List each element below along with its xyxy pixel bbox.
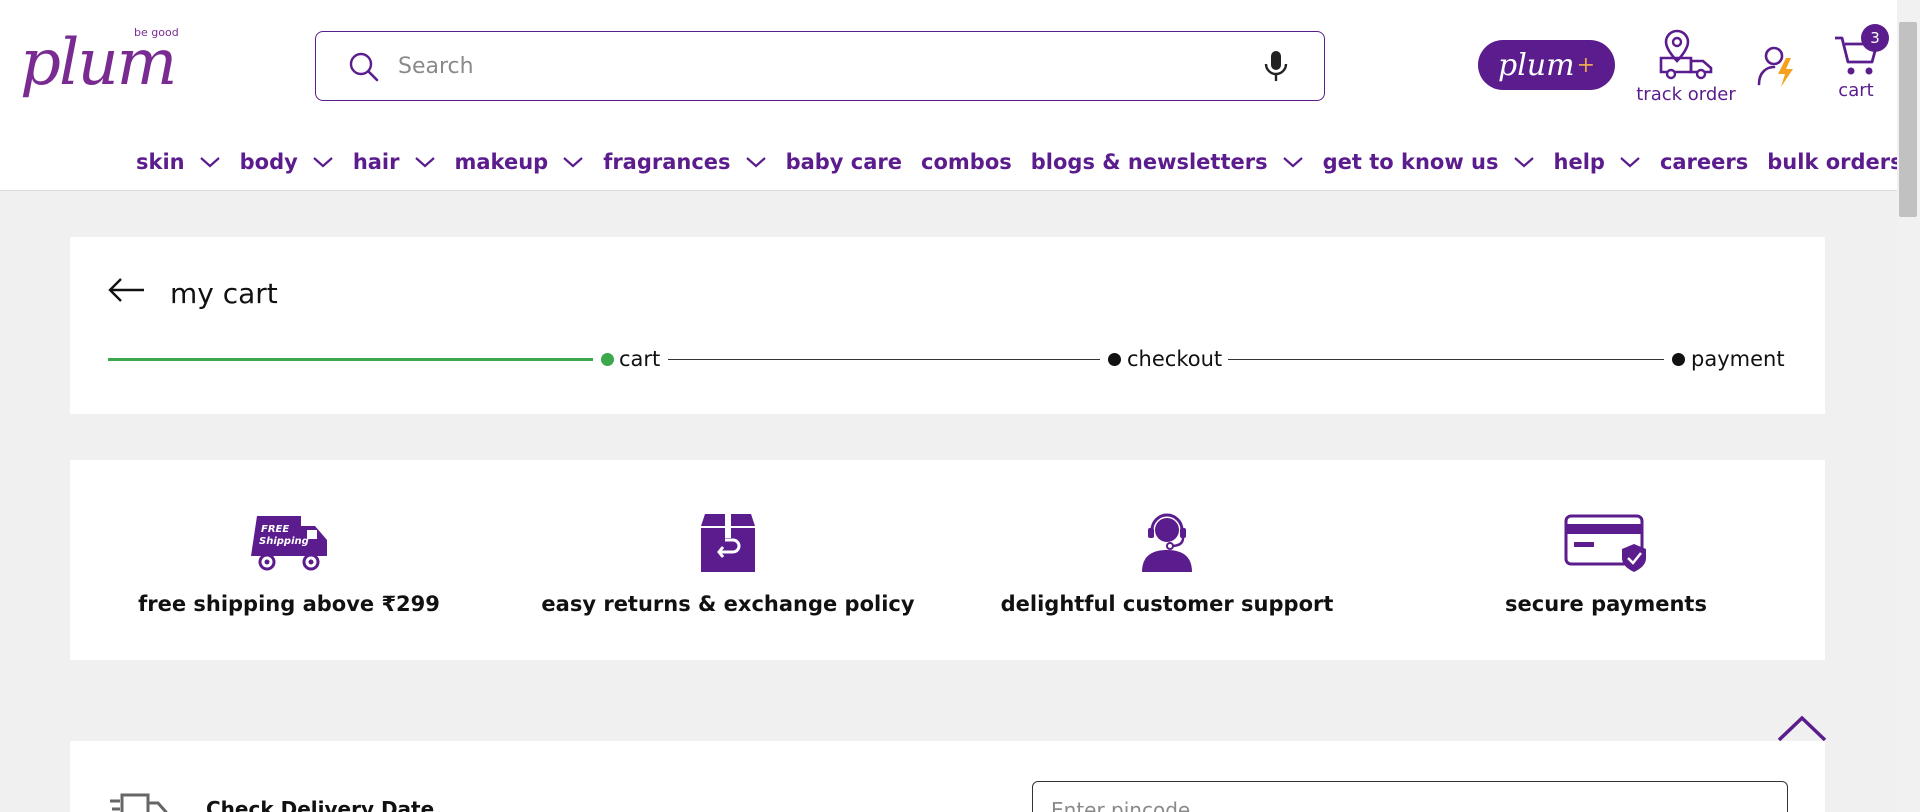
chevron-down-icon [199,157,220,168]
chevron-down-icon [1513,157,1534,168]
nav-item-label: blogs & newsletters [1030,150,1268,174]
chevron-down-icon [414,157,435,168]
chevron-down-icon [1620,157,1640,168]
cart-progress-card: my cart cart checkout payment [70,237,1825,414]
nav-item-help[interactable]: help [1554,150,1641,174]
feature-label: free shipping above ₹299 [138,592,440,616]
plum-logo[interactable]: plum be good [20,24,192,100]
secure-card-icon [1564,514,1646,572]
track-order-label: track order [1636,84,1736,105]
nav-item-get-to-know-us[interactable]: get to know us [1323,150,1535,174]
checkout-progress: cart checkout payment [108,347,1798,371]
track-order-truck-icon [1659,29,1713,80]
pincode-field[interactable] [1032,781,1788,812]
microphone-icon[interactable] [1261,49,1291,85]
page-title: my cart [170,277,278,310]
step-dot-cart [601,353,614,366]
nav-item-label: baby care [785,150,903,174]
track-order-button[interactable]: track order [1636,28,1736,105]
search-bar[interactable] [315,31,1325,101]
feature-free-shipping: FREE Shipping free shipping above ₹299 [89,512,489,616]
nav-item-bulk-orders[interactable]: bulk orders [1767,150,1902,174]
customer-support-icon [1142,513,1192,572]
check-delivery-label: Check Delivery Date [206,797,435,812]
nav-item-label: makeup [454,150,549,174]
nav-item-label: fragrances [603,150,731,174]
cart-label: cart [1838,80,1874,101]
nav-item-baby-care[interactable]: baby care [786,150,902,174]
scrollbar-thumb[interactable] [1899,22,1917,217]
chevron-down-icon [1282,157,1303,168]
chevron-down-icon [563,157,583,168]
plum-plus-button[interactable]: plum + [1478,40,1615,90]
pincode-input[interactable] [1051,798,1651,812]
nav-item-makeup[interactable]: makeup [455,150,585,174]
nav-item-body[interactable]: body [240,150,334,174]
return-box-icon [701,514,755,572]
step-label-cart: cart [619,347,661,371]
account-icon[interactable] [1756,44,1800,88]
feature-secure-payments: secure payments [1406,512,1806,616]
nav-item-hair[interactable]: hair [353,150,436,174]
delivery-check-card: Check Delivery Date [70,741,1825,812]
step-dot-payment [1672,353,1685,366]
nav-item-label: careers [1659,150,1749,174]
nav-item-label: get to know us [1322,150,1499,174]
step-label-payment: payment [1691,347,1785,371]
plum-plus-symbol: + [1576,52,1595,78]
back-arrow-icon[interactable] [108,277,146,303]
chevron-down-icon [313,157,333,168]
progress-line-complete [108,358,593,361]
chevron-down-icon [745,157,766,168]
nav-item-combos[interactable]: combos [921,150,1012,174]
cart-button[interactable]: cart 3 [1826,24,1889,104]
step-dot-checkout [1108,353,1121,366]
nav-item-careers[interactable]: careers [1660,150,1748,174]
progress-line [1228,359,1664,360]
nav-item-blogs-newsletters[interactable]: blogs & newsletters [1031,150,1304,174]
nav-item-label: bulk orders [1767,150,1903,174]
logo-tagline: be good [134,26,179,39]
nav-item-label: hair [352,150,400,174]
feature-label: secure payments [1505,592,1707,616]
search-input[interactable] [398,48,1218,84]
scroll-up-chevron-icon[interactable] [1776,712,1828,742]
page-scrollbar[interactable] [1897,0,1920,812]
site-header: plum be good plum+ track order [0,0,1903,191]
delivery-truck-icon [110,793,168,812]
truck-text-free: FREE [261,524,289,535]
nav-item-label: skin [136,150,185,174]
nav-item-fragrances[interactable]: fragrances [603,150,766,174]
feature-label: easy returns & exchange policy [541,592,915,616]
plum-plus-label: plum [1497,47,1575,83]
feature-easy-returns: easy returns & exchange policy [528,512,928,616]
nav-item-label: help [1553,150,1605,174]
main-nav: skin body hair makeup fragrances baby care com… [136,144,1920,180]
feature-label: delightful customer support [1000,592,1334,616]
progress-line [668,359,1100,360]
features-card: FREE Shipping free shipping above ₹299 e… [70,460,1825,660]
nav-item-label: body [239,150,298,174]
cart-count-badge: 3 [1861,24,1889,52]
nav-item-label: combos [921,150,1012,174]
free-shipping-truck-icon: FREE Shipping [251,516,327,571]
nav-item-skin[interactable]: skin [136,150,221,174]
search-icon[interactable] [348,51,380,83]
truck-text-shipping: Shipping [259,536,309,547]
feature-customer-support: delightful customer support [967,512,1367,616]
step-label-checkout: checkout [1127,347,1223,371]
